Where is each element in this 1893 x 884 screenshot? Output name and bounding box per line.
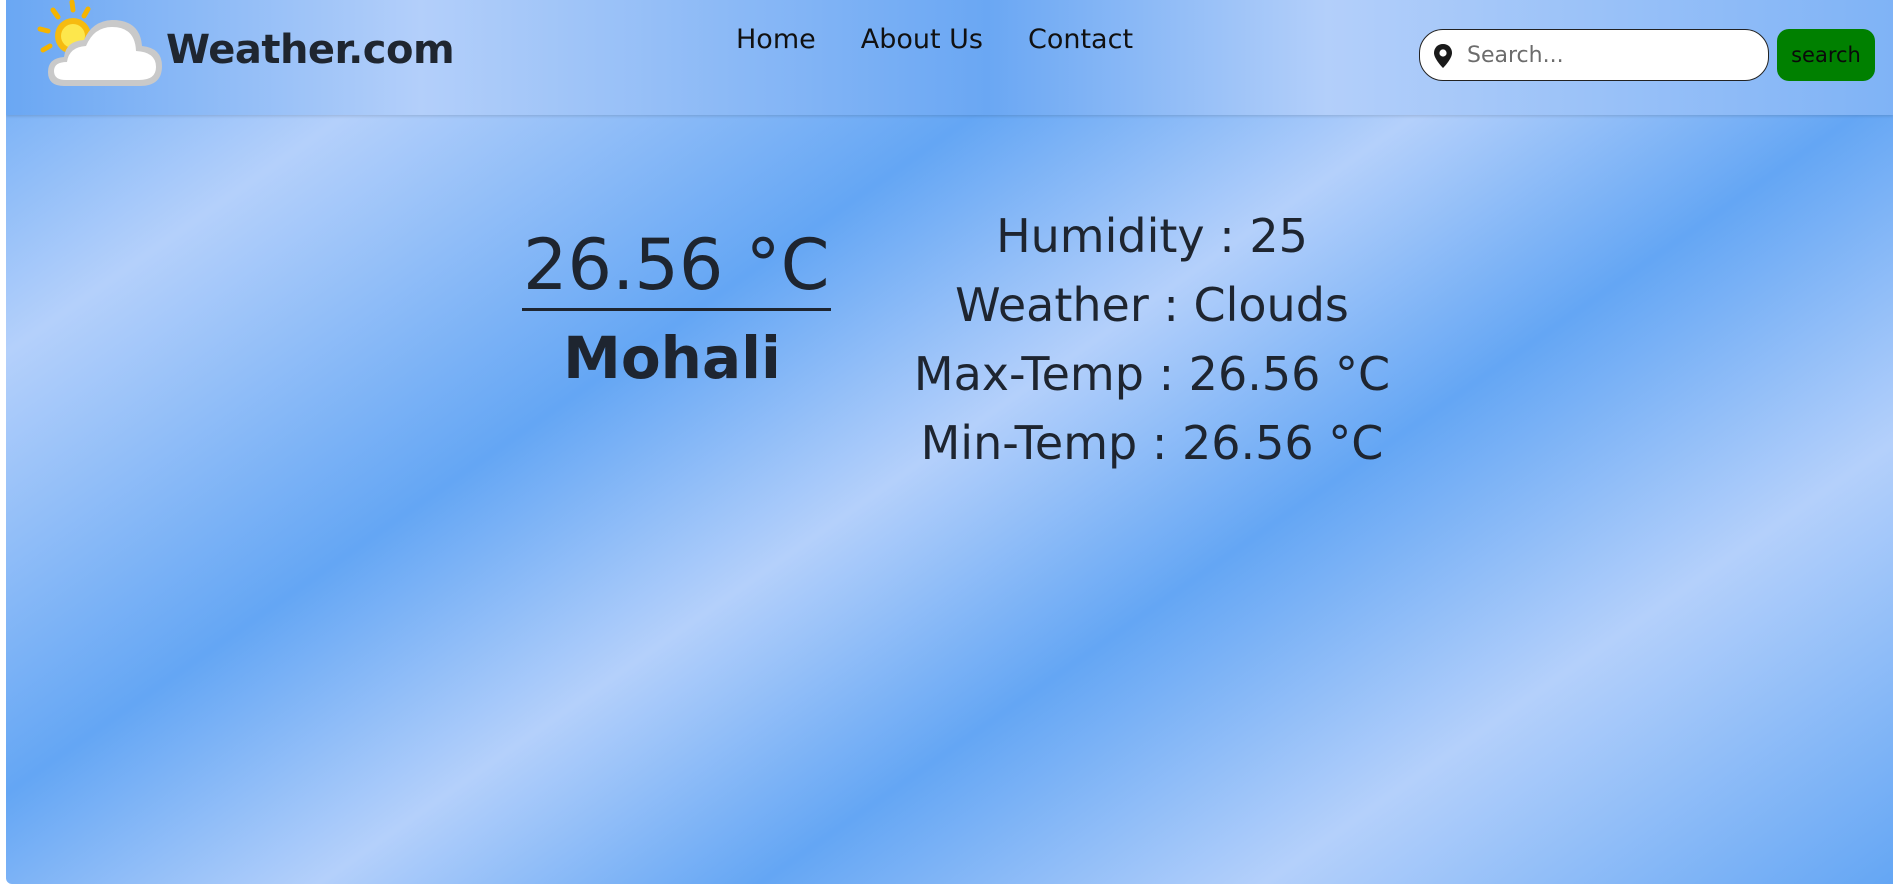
max-temperature: Max-Temp : 26.56 °C (913, 347, 1391, 401)
navbar: Weather.com Home About Us Contact search (6, 0, 1893, 115)
nav-links: Home About Us Contact (736, 24, 1133, 55)
min-temperature: Min-Temp : 26.56 °C (920, 416, 1384, 470)
brand-name: Weather.com (166, 27, 455, 73)
search-box (1419, 29, 1769, 81)
nav-contact-link[interactable]: Contact (1028, 24, 1133, 55)
search-input[interactable] (1465, 34, 1759, 76)
sun-behind-cloud-icon (37, 0, 162, 86)
city-name: Mohali (563, 324, 781, 392)
current-temperature-block: 26.56 °C Mohali (522, 223, 831, 393)
weather-app: Weather.com Home About Us Contact search… (6, 0, 1893, 884)
current-temperature: 26.56 °C (522, 223, 831, 311)
weather-condition: Weather : Clouds (955, 278, 1349, 332)
weather-details: Humidity : 25 Weather : Clouds Max-Temp … (902, 202, 1402, 478)
humidity-reading: Humidity : 25 (996, 209, 1308, 263)
search-form: search (1419, 29, 1875, 81)
brand-link[interactable]: Weather.com (36, 0, 455, 100)
location-pin-icon (1434, 44, 1452, 68)
search-button[interactable]: search (1777, 29, 1875, 81)
nav-home-link[interactable]: Home (736, 24, 816, 55)
nav-about-us-link[interactable]: About Us (861, 24, 983, 55)
